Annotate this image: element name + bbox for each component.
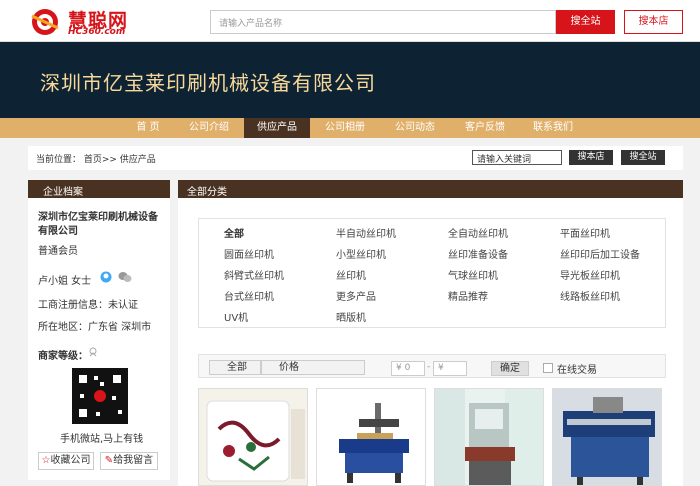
filter-bar: 全部 价格 ¥ 0 - ¥ 确定 在线交易 bbox=[198, 354, 666, 378]
nav-feedback[interactable]: 客户反馈 bbox=[458, 118, 512, 138]
region-info: 所在地区：广东省 深圳市 bbox=[38, 322, 152, 333]
product-panel: 全部分类 全部 半自动丝印机 全自动丝印机 平面丝印机 圆面丝印机 小型丝印机 … bbox=[178, 180, 683, 486]
main-nav: 首 页 公司介绍 供应产品 公司相册 公司动态 客户反馈 联系我们 bbox=[0, 118, 700, 138]
category-item[interactable]: UV机 bbox=[224, 309, 248, 324]
company-banner: 深圳市亿宝莱印刷机械设备有限公司 bbox=[0, 42, 700, 118]
category-title: 全部分类 bbox=[187, 187, 227, 198]
filter-all-tab[interactable]: 全部 bbox=[209, 360, 261, 375]
rank-badge-icon bbox=[89, 347, 97, 357]
message-label: 给我留言 bbox=[113, 455, 154, 466]
search-all-button[interactable]: 搜全站 bbox=[556, 10, 615, 34]
online-trade-checkbox[interactable] bbox=[543, 363, 553, 373]
member-level: 普通会员 bbox=[38, 246, 78, 257]
category-item[interactable]: 气球丝印机 bbox=[448, 267, 498, 282]
favorite-company-button[interactable]: ☆收藏公司 bbox=[38, 452, 94, 470]
profile-title: 企业档案 bbox=[43, 187, 83, 198]
profile-company-name-2: 有限公司 bbox=[38, 226, 78, 237]
nav-home[interactable]: 首 页 bbox=[128, 118, 168, 138]
product-thumbnail[interactable] bbox=[552, 388, 662, 486]
message-icon: ✎ bbox=[104, 455, 114, 466]
company-title: 深圳市亿宝莱印刷机械设备有限公司 bbox=[40, 71, 376, 95]
product-image bbox=[199, 389, 307, 485]
category-item[interactable]: 导光板丝印机 bbox=[560, 267, 620, 282]
company-profile-panel: 企业档案 深圳市亿宝莱印刷机械设备 有限公司 普通会员 卢小姐 女士 工商注册信… bbox=[28, 180, 170, 480]
rank-label: 商家等级： bbox=[38, 351, 88, 362]
category-item[interactable]: 斜臂式丝印机 bbox=[224, 267, 284, 282]
category-item[interactable]: 圆面丝印机 bbox=[224, 246, 274, 261]
product-thumbnail[interactable] bbox=[316, 388, 426, 486]
price-min-input[interactable]: ¥ 0 bbox=[391, 361, 425, 376]
product-thumbnail[interactable] bbox=[198, 388, 308, 486]
hc360-logo[interactable]: 慧聪网 HC360.com bbox=[28, 6, 138, 38]
registration-info: 工商注册信息：未认证 bbox=[38, 300, 138, 311]
product-image bbox=[317, 389, 425, 485]
price-max-input[interactable]: ¥ bbox=[433, 361, 467, 376]
category-item[interactable]: 丝印印后加工设备 bbox=[560, 246, 640, 261]
favorite-label: 收藏公司 bbox=[50, 455, 91, 466]
breadcrumb: 当前位置： 首页>> 供应产品 请输入关键词 搜本店 搜全站 bbox=[28, 146, 683, 170]
qr-caption: 手机微站,马上有钱 bbox=[60, 434, 144, 445]
wechat-icon[interactable] bbox=[118, 271, 132, 283]
top-bar: 慧聪网 HC360.com 请输入产品名称 搜全站 搜本店 bbox=[0, 0, 700, 42]
category-item[interactable]: 半自动丝印机 bbox=[336, 225, 396, 240]
profile-header: 企业档案 bbox=[28, 180, 170, 198]
nav-contact[interactable]: 联系我们 bbox=[526, 118, 580, 138]
category-item[interactable]: 线路板丝印机 bbox=[560, 288, 620, 303]
nav-news[interactable]: 公司动态 bbox=[388, 118, 442, 138]
product-image bbox=[435, 389, 543, 485]
online-trade-label: 在线交易 bbox=[557, 365, 597, 376]
product-search-input[interactable]: 请输入产品名称 bbox=[210, 10, 556, 34]
logo-subtext: HC360.com bbox=[68, 27, 126, 37]
breadcrumb-text: 当前位置： 首页>> 供应产品 bbox=[36, 155, 156, 165]
logo-icon bbox=[31, 9, 59, 35]
price-confirm-button[interactable]: 确定 bbox=[491, 361, 529, 376]
product-thumbnail[interactable] bbox=[434, 388, 544, 486]
search-all-small-button[interactable]: 搜全站 bbox=[621, 150, 665, 165]
search-store-small-button[interactable]: 搜本店 bbox=[569, 150, 613, 165]
category-header: 全部分类 bbox=[178, 180, 683, 198]
category-item[interactable]: 全部 bbox=[224, 225, 244, 240]
contact-person: 卢小姐 女士 bbox=[38, 276, 92, 287]
qq-icon[interactable] bbox=[100, 271, 112, 283]
category-item[interactable]: 小型丝印机 bbox=[336, 246, 386, 261]
price-dash: - bbox=[427, 362, 431, 372]
category-item[interactable]: 平面丝印机 bbox=[560, 225, 610, 240]
category-item[interactable]: 晒版机 bbox=[336, 309, 366, 324]
nav-album[interactable]: 公司相册 bbox=[318, 118, 372, 138]
nav-company-intro[interactable]: 公司介绍 bbox=[182, 118, 236, 138]
filter-price-tab[interactable]: 价格 bbox=[261, 360, 365, 375]
category-item[interactable]: 精品推荐 bbox=[448, 288, 488, 303]
profile-company-name-1: 深圳市亿宝莱印刷机械设备 bbox=[38, 212, 158, 223]
category-item[interactable]: 丝印机 bbox=[336, 267, 366, 282]
category-list: 全部 半自动丝印机 全自动丝印机 平面丝印机 圆面丝印机 小型丝印机 丝印准备设… bbox=[198, 218, 666, 328]
category-item[interactable]: 台式丝印机 bbox=[224, 288, 274, 303]
product-image bbox=[553, 389, 661, 485]
category-item[interactable]: 丝印准备设备 bbox=[448, 246, 508, 261]
leave-message-button[interactable]: ✎给我留言 bbox=[100, 452, 158, 470]
nav-products[interactable]: 供应产品 bbox=[244, 118, 310, 138]
category-item[interactable]: 更多产品 bbox=[336, 288, 376, 303]
qr-code bbox=[72, 368, 128, 424]
category-item[interactable]: 全自动丝印机 bbox=[448, 225, 508, 240]
search-store-button[interactable]: 搜本店 bbox=[624, 10, 683, 34]
keyword-input[interactable]: 请输入关键词 bbox=[472, 150, 562, 165]
